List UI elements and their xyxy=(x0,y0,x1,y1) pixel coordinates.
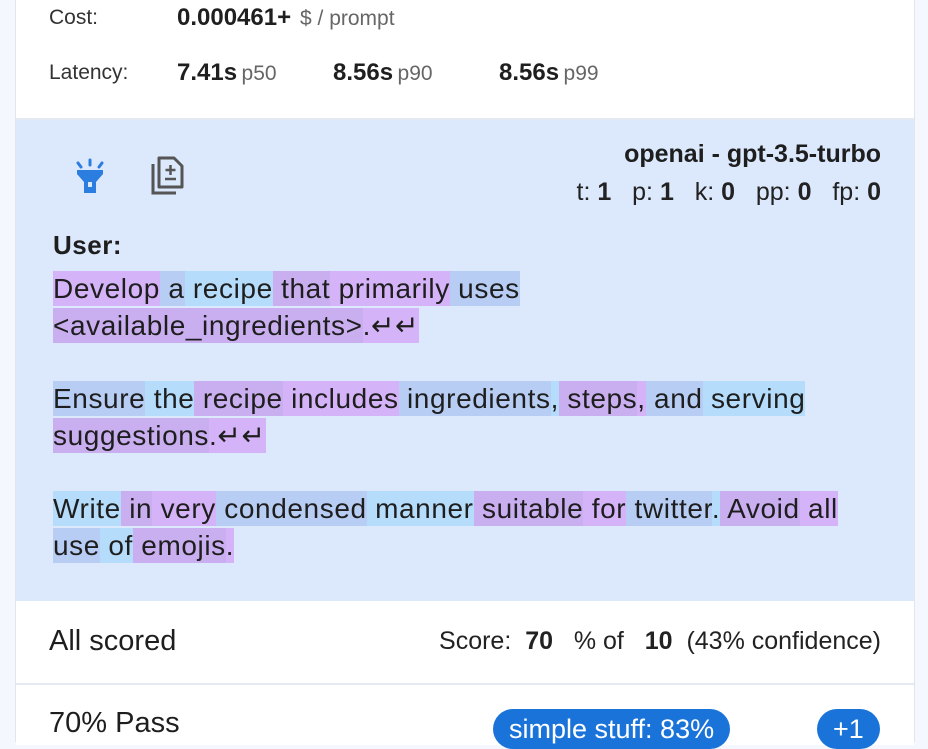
latency-p90: 8.56s p90 xyxy=(333,59,433,87)
param-k-value: 0 xyxy=(721,178,736,206)
token: Ensure xyxy=(53,381,146,416)
score-summary: Score: 70 % of 10 (43% confidence) xyxy=(439,627,881,656)
token: , xyxy=(550,381,559,416)
token: Avoid xyxy=(720,491,800,526)
token: emojis xyxy=(132,528,226,563)
token: steps xyxy=(558,381,638,416)
score-total: 10 xyxy=(644,627,673,655)
token: a xyxy=(159,271,185,306)
token: Develop xyxy=(53,271,160,306)
prompt-panel: openai - gpt-3.5-turbo t: 1 p: 1 k: 0 pp… xyxy=(16,120,914,601)
model-name: openai - gpt-3.5-turbo xyxy=(624,140,881,168)
param-pp-value: 0 xyxy=(797,178,812,206)
latency-p50-value: 7.41s xyxy=(177,59,238,86)
token: <available_ingredients> xyxy=(53,308,363,343)
latency-p99-label: p99 xyxy=(563,62,599,85)
param-p-value: 1 xyxy=(659,178,674,206)
score-title: All scored xyxy=(49,625,177,657)
token: that xyxy=(272,271,331,306)
latency-p50-label: p50 xyxy=(241,62,277,85)
prompt-paragraph: Ensure the recipe includes ingredients, … xyxy=(53,380,893,454)
token: suitable xyxy=(473,491,584,526)
token: and xyxy=(645,381,703,416)
copy-document-icon[interactable] xyxy=(149,155,187,202)
cost-label: Cost: xyxy=(49,6,99,29)
token: in xyxy=(120,491,153,526)
score-label: Score: xyxy=(439,627,512,655)
latency-p99: 8.56s p99 xyxy=(499,59,599,87)
token: recipe xyxy=(194,381,283,416)
param-p-label: p: xyxy=(632,178,654,206)
token: use xyxy=(53,528,100,563)
param-fp-label: fp: xyxy=(832,178,861,206)
score-row: All scored Score: 70 % of 10 (43% confid… xyxy=(16,601,914,685)
token: twitter xyxy=(626,491,712,526)
token: condensed xyxy=(215,491,367,526)
token: ingredients xyxy=(398,381,551,416)
token: Write xyxy=(53,491,121,526)
token: the xyxy=(145,381,195,416)
token: for xyxy=(583,491,627,526)
token: suggestions xyxy=(53,418,210,453)
score-confidence: (43% confidence) xyxy=(686,627,881,655)
flashlight-icon[interactable] xyxy=(73,158,107,201)
param-t-label: t: xyxy=(576,178,591,206)
token: .↵↵ xyxy=(209,418,266,453)
token: primarily xyxy=(330,271,450,306)
tag-pill[interactable]: simple stuff: 83% xyxy=(493,709,731,749)
pass-title: 70% Pass xyxy=(49,707,180,739)
pass-row: 70% Pass simple stuff: 83% +1 xyxy=(16,685,914,749)
prompt-paragraph: Develop a recipe that primarily uses <av… xyxy=(53,270,893,344)
param-fp-value: 0 xyxy=(867,178,881,206)
token: uses xyxy=(449,271,520,306)
score-value: 70 xyxy=(525,627,553,655)
latency-label: Latency: xyxy=(49,61,129,84)
param-t-value: 1 xyxy=(597,178,612,206)
score-percent-of: % of xyxy=(573,627,624,655)
latency-p90-label: p90 xyxy=(397,62,433,85)
token: includes xyxy=(282,381,399,416)
token: , xyxy=(637,381,646,416)
message-role: User: xyxy=(53,230,122,260)
token: recipe xyxy=(184,271,273,306)
token: of xyxy=(99,528,133,563)
latency-p90-value: 8.56s xyxy=(333,59,394,86)
result-card: Cost: 0.000461+ $ / prompt Latency: 7.41… xyxy=(15,0,915,749)
param-pp-label: pp: xyxy=(755,178,791,206)
more-tags-pill[interactable]: +1 xyxy=(817,709,880,749)
token: .↵↵ xyxy=(362,308,420,343)
prompt-paragraph: Write in very condensed manner suitable … xyxy=(53,490,893,564)
token: very xyxy=(152,491,216,526)
token: manner xyxy=(366,491,474,526)
param-k-label: k: xyxy=(694,178,715,206)
metrics-section: Cost: 0.000461+ $ / prompt Latency: 7.41… xyxy=(16,0,914,120)
prompt-text: Develop a recipe that primarily uses <av… xyxy=(53,270,893,564)
cost-unit: $ / prompt xyxy=(300,7,395,30)
latency-p50: 7.41s p50 xyxy=(177,59,277,87)
token: all xyxy=(799,491,838,526)
model-params: t: 1 p: 1 k: 0 pp: 0 fp: 0 xyxy=(577,178,881,207)
cost-value-group: 0.000461+ $ / prompt xyxy=(177,4,395,32)
token: serving xyxy=(702,381,806,416)
token: . xyxy=(225,528,235,563)
cost-value: 0.000461+ xyxy=(177,4,292,31)
latency-p99-value: 8.56s xyxy=(499,59,560,86)
